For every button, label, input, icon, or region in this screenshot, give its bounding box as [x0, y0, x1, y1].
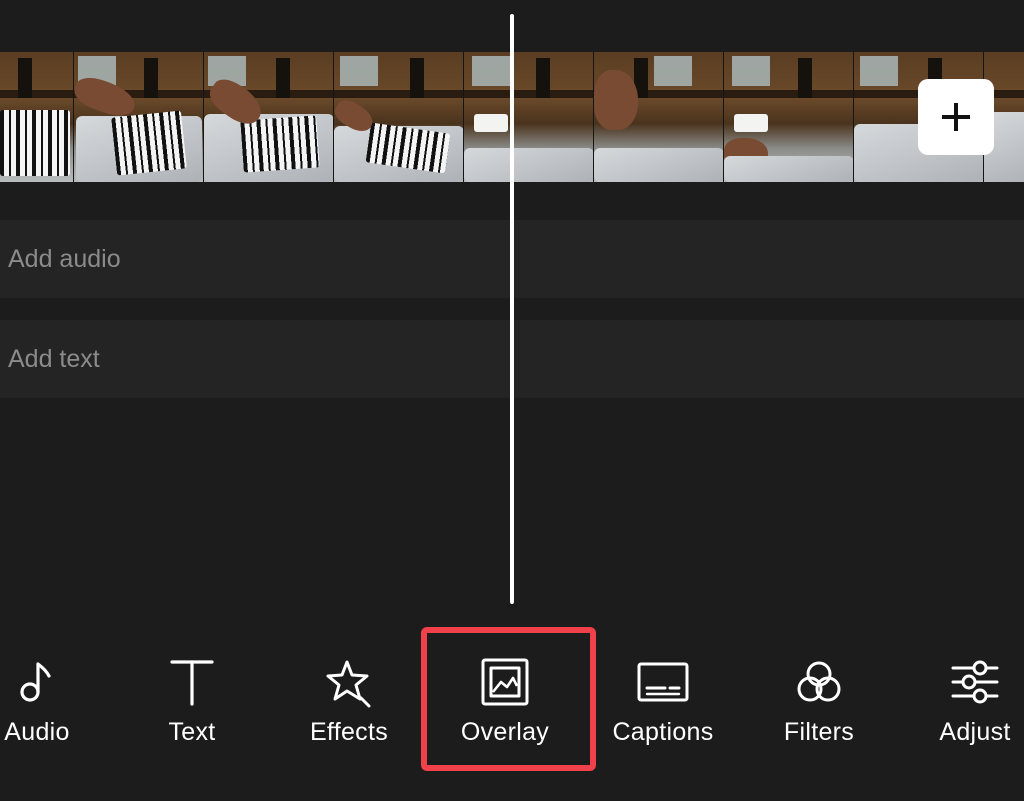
video-frame-thumbnail — [464, 52, 594, 182]
toolbar-audio-label: Audio — [4, 718, 70, 746]
editor-screen: Add audio Add text Audio Text Effects Ov… — [0, 0, 1024, 801]
toolbar-effects-label: Effects — [309, 718, 389, 746]
video-frame-thumbnail — [594, 52, 724, 182]
music-note-icon — [20, 662, 51, 702]
toolbar-adjust-label: Adjust — [939, 718, 1011, 746]
toolbar-effects-button[interactable]: Effects — [284, 640, 414, 770]
video-frame-thumbnail — [74, 52, 204, 182]
sliders-icon — [951, 660, 999, 704]
toolbar-overlay-button[interactable]: Overlay — [440, 640, 570, 770]
text-t-icon — [170, 660, 214, 706]
bottom-toolbar: Audio Text Effects Overlay Captions Filt… — [0, 640, 1024, 770]
video-frame-thumbnail — [204, 52, 334, 182]
captions-icon — [637, 662, 689, 702]
toolbar-audio-button[interactable]: Audio — [0, 640, 102, 770]
toolbar-overlay-label: Overlay — [460, 718, 550, 746]
add-text-label: Add text — [8, 344, 100, 373]
filters-circles-icon — [797, 661, 841, 702]
video-frame-thumbnail — [334, 52, 464, 182]
toolbar-captions-button[interactable]: Captions — [598, 640, 728, 770]
playhead[interactable] — [510, 14, 514, 604]
toolbar-text-label: Text — [168, 718, 216, 746]
add-audio-label: Add audio — [8, 244, 121, 273]
video-frame-thumbnail — [0, 52, 74, 182]
toolbar-filters-label: Filters — [783, 718, 855, 746]
sparkle-star-icon — [326, 660, 371, 708]
toolbar-filters-button[interactable]: Filters — [754, 640, 884, 770]
picture-overlay-icon — [481, 658, 529, 706]
add-clip-button[interactable] — [918, 79, 994, 155]
toolbar-text-button[interactable]: Text — [127, 640, 257, 770]
toolbar-captions-label: Captions — [612, 718, 714, 746]
video-frame-thumbnail — [724, 52, 854, 182]
toolbar-adjust-button[interactable]: Adjust — [910, 640, 1024, 770]
plus-icon — [942, 103, 970, 131]
